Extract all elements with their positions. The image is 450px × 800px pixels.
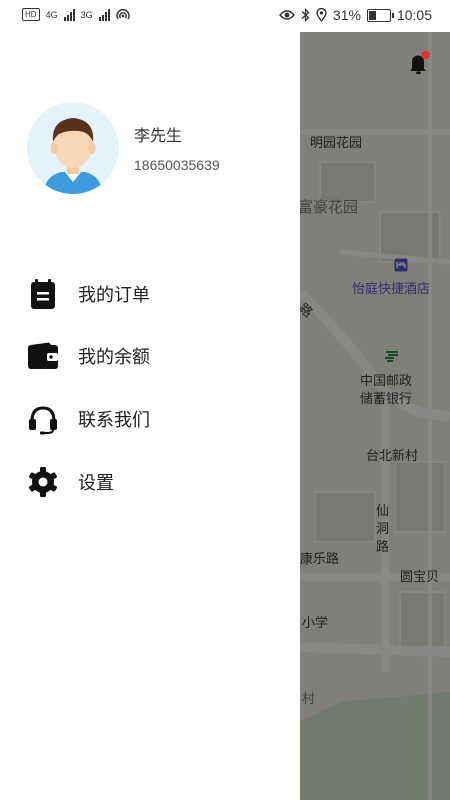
menu-item-contact[interactable]: 联系我们: [26, 401, 150, 437]
user-avatar-icon: [43, 118, 103, 194]
navigation-drawer: 李先生 18650035639 我的订单 我的余额 联系我们 设置: [0, 32, 300, 800]
eye-icon: [278, 10, 295, 20]
clipboard-icon: [26, 277, 60, 311]
network-4g-label: 4G: [45, 9, 58, 20]
gear-icon: [26, 465, 60, 499]
battery-icon: [366, 8, 394, 22]
bell-icon[interactable]: [406, 50, 432, 76]
menu-item-balance[interactable]: 我的余额: [26, 338, 150, 374]
location-icon: [316, 8, 327, 22]
status-left: HD 4G 3G: [22, 8, 130, 21]
user-phone: 18650035639: [134, 157, 220, 173]
hd-badge: HD: [22, 8, 40, 21]
menu-item-orders[interactable]: 我的订单: [26, 276, 150, 312]
hotspot-icon: [115, 8, 130, 19]
drawer-scrim[interactable]: [300, 32, 450, 800]
menu-item-label: 联系我们: [78, 410, 150, 431]
headset-icon: [26, 402, 60, 436]
notification-dot: [421, 50, 430, 60]
battery-fill: [368, 10, 376, 20]
menu-item-label: 设置: [78, 473, 114, 494]
wallet-icon: [26, 339, 60, 373]
menu-item-settings[interactable]: 设置: [26, 464, 114, 500]
status-bar: HD 4G 3G 31% 10:05: [0, 0, 450, 32]
avatar[interactable]: [27, 102, 119, 194]
battery-percent: 31%: [332, 7, 361, 23]
menu-item-label: 我的余额: [78, 347, 150, 368]
signal-icon: [63, 8, 75, 21]
network-3g-label: 3G: [80, 9, 93, 20]
signal-icon-2: [98, 8, 110, 21]
bluetooth-icon: [301, 8, 310, 22]
menu-item-label: 我的订单: [78, 285, 150, 306]
user-name: 李先生: [134, 126, 183, 145]
clock: 10:05: [396, 7, 432, 23]
status-right: 31% 10:05: [278, 7, 432, 23]
